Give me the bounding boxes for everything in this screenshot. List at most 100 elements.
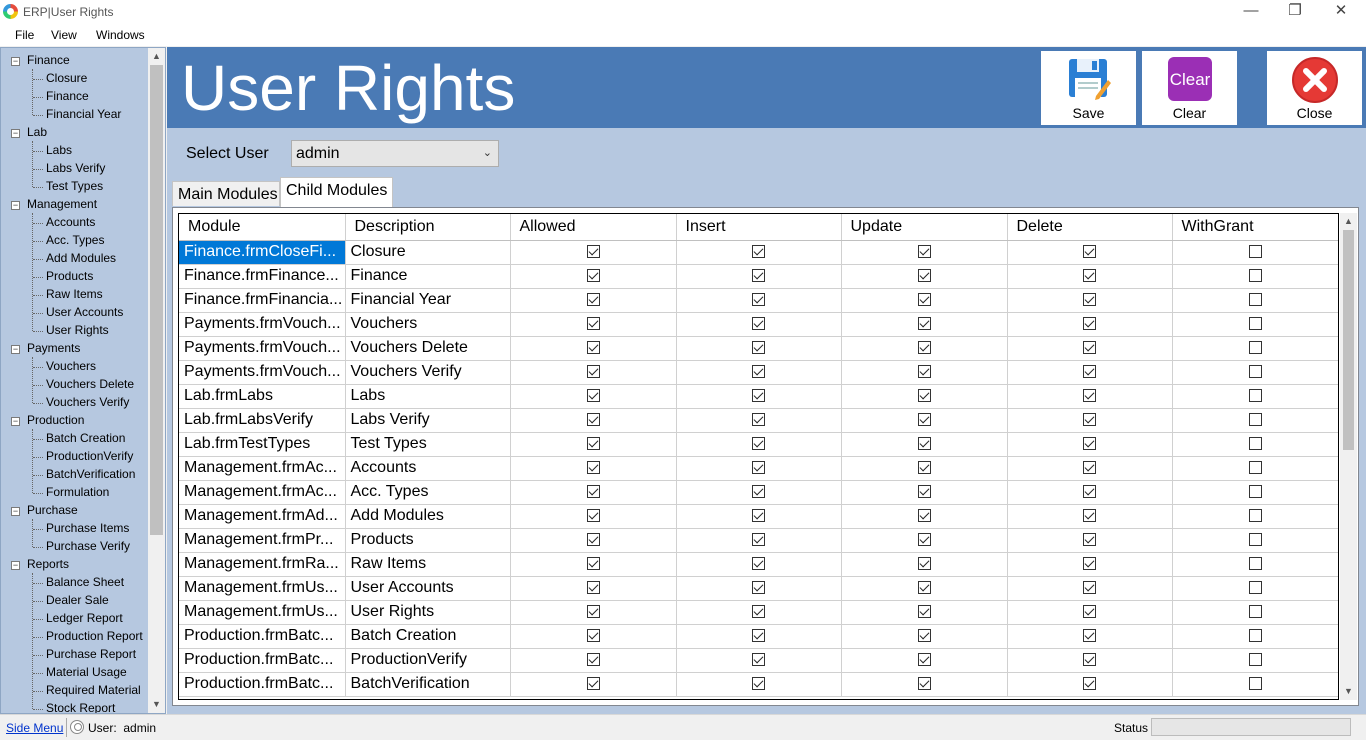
tree-item-acc-types[interactable]: Acc. Types xyxy=(46,233,104,247)
scroll-thumb[interactable] xyxy=(150,65,163,535)
delete-checkbox[interactable] xyxy=(1083,461,1096,475)
table-row[interactable]: Management.frmAc... Acc. Types xyxy=(179,480,1338,505)
module-cell[interactable]: Production.frmBatc... xyxy=(179,648,346,673)
delete-checkbox[interactable] xyxy=(1083,485,1096,499)
description-cell[interactable]: Labs Verify xyxy=(345,408,511,433)
tree-item-test-types[interactable]: Test Types xyxy=(46,179,103,193)
withgrant-checkbox[interactable] xyxy=(1249,581,1262,595)
tree-node-purchase[interactable]: Purchase xyxy=(27,503,78,517)
select-user-dropdown[interactable]: admin ⌄ xyxy=(291,140,499,167)
update-checkbox[interactable] xyxy=(917,389,931,403)
tree-item-user-rights[interactable]: User Rights xyxy=(46,323,109,337)
tree-item-finance[interactable]: Finance xyxy=(46,89,89,103)
tree-item-purchase-verify[interactable]: Purchase Verify xyxy=(46,539,130,553)
table-row[interactable]: Payments.frmVouch... Vouchers Verify xyxy=(179,360,1338,385)
module-cell[interactable]: Management.frmAc... xyxy=(179,456,346,481)
insert-checkbox[interactable] xyxy=(752,509,765,523)
tree-item-vouchers-verify[interactable]: Vouchers Verify xyxy=(46,395,129,409)
withgrant-checkbox[interactable] xyxy=(1249,437,1262,451)
description-cell[interactable]: Closure xyxy=(345,240,511,265)
description-cell[interactable]: Vouchers Verify xyxy=(345,360,511,385)
tree-node-lab[interactable]: Lab xyxy=(27,125,47,139)
delete-checkbox[interactable] xyxy=(1083,677,1096,691)
withgrant-checkbox[interactable] xyxy=(1249,365,1262,379)
column-header-update[interactable]: Update xyxy=(841,214,1008,241)
module-cell[interactable]: Payments.frmVouch... xyxy=(179,312,346,337)
tree-item-products[interactable]: Products xyxy=(46,269,93,283)
module-cell[interactable]: Management.frmUs... xyxy=(179,576,346,601)
tree-item-financial-year[interactable]: Financial Year xyxy=(46,107,121,121)
grid-scroll-down-icon[interactable]: ▼ xyxy=(1340,683,1357,700)
window-close-button[interactable]: ✕ xyxy=(1318,0,1364,24)
withgrant-checkbox[interactable] xyxy=(1249,653,1262,667)
update-checkbox[interactable] xyxy=(917,293,931,307)
insert-checkbox[interactable] xyxy=(752,461,765,475)
table-row[interactable]: Production.frmBatc... ProductionVerify xyxy=(179,648,1338,673)
tree-item-formulation[interactable]: Formulation xyxy=(46,485,109,499)
update-checkbox[interactable] xyxy=(917,485,931,499)
insert-checkbox[interactable] xyxy=(752,389,765,403)
side-menu-link[interactable]: Side Menu xyxy=(6,721,63,735)
table-row[interactable]: Finance.frmCloseFi... Closure xyxy=(179,240,1338,265)
allowed-checkbox[interactable] xyxy=(586,461,600,475)
tree-item-material-usage[interactable]: Material Usage xyxy=(46,665,127,679)
tree-item-accounts[interactable]: Accounts xyxy=(46,215,95,229)
tree-node-reports[interactable]: Reports xyxy=(27,557,69,571)
description-cell[interactable]: BatchVerification xyxy=(345,672,511,697)
module-cell[interactable]: Finance.frmFinancia... xyxy=(179,288,346,313)
module-cell[interactable]: Management.frmRa... xyxy=(179,552,346,577)
description-cell[interactable]: Vouchers xyxy=(345,312,511,337)
module-cell[interactable]: Lab.frmLabs xyxy=(179,384,346,409)
update-checkbox[interactable] xyxy=(917,581,931,595)
update-checkbox[interactable] xyxy=(917,245,931,259)
menu-view[interactable]: View xyxy=(51,28,77,42)
tab-child-modules[interactable]: Child Modules xyxy=(280,177,393,207)
withgrant-checkbox[interactable] xyxy=(1249,485,1262,499)
withgrant-checkbox[interactable] xyxy=(1249,317,1262,331)
description-cell[interactable]: User Accounts xyxy=(345,576,511,601)
tree-item-production-report[interactable]: Production Report xyxy=(46,629,143,643)
tree-node-finance[interactable]: Finance xyxy=(27,53,70,67)
allowed-checkbox[interactable] xyxy=(586,341,600,355)
allowed-checkbox[interactable] xyxy=(586,245,600,259)
delete-checkbox[interactable] xyxy=(1083,509,1096,523)
withgrant-checkbox[interactable] xyxy=(1249,533,1262,547)
allowed-checkbox[interactable] xyxy=(586,317,600,331)
allowed-checkbox[interactable] xyxy=(586,653,600,667)
update-checkbox[interactable] xyxy=(917,677,931,691)
update-checkbox[interactable] xyxy=(917,557,931,571)
description-cell[interactable]: Finance xyxy=(345,264,511,289)
grid-scroll-up-icon[interactable]: ▲ xyxy=(1340,213,1357,230)
table-row[interactable]: Management.frmUs... User Rights xyxy=(179,600,1338,625)
tree-node-management[interactable]: Management xyxy=(27,197,97,211)
update-checkbox[interactable] xyxy=(917,437,931,451)
table-row[interactable]: Lab.frmTestTypes Test Types xyxy=(179,432,1338,457)
table-row[interactable]: Lab.frmLabsVerify Labs Verify xyxy=(179,408,1338,433)
minimize-button[interactable]: — xyxy=(1228,0,1274,24)
module-cell[interactable]: Management.frmAd... xyxy=(179,504,346,529)
allowed-checkbox[interactable] xyxy=(586,605,600,619)
tree-item-vouchers[interactable]: Vouchers xyxy=(46,359,96,373)
withgrant-checkbox[interactable] xyxy=(1249,461,1262,475)
allowed-checkbox[interactable] xyxy=(586,269,600,283)
tree-node-payments[interactable]: Payments xyxy=(27,341,80,355)
allowed-checkbox[interactable] xyxy=(586,413,600,427)
description-cell[interactable]: Accounts xyxy=(345,456,511,481)
description-cell[interactable]: User Rights xyxy=(345,600,511,625)
column-header-delete[interactable]: Delete xyxy=(1007,214,1173,241)
insert-checkbox[interactable] xyxy=(752,581,765,595)
table-row[interactable]: Management.frmPr... Products xyxy=(179,528,1338,553)
description-cell[interactable]: Batch Creation xyxy=(345,624,511,649)
withgrant-checkbox[interactable] xyxy=(1249,677,1262,691)
module-cell[interactable]: Finance.frmCloseFi... xyxy=(179,240,346,265)
table-row[interactable]: Payments.frmVouch... Vouchers Delete xyxy=(179,336,1338,361)
delete-checkbox[interactable] xyxy=(1083,269,1096,283)
allowed-checkbox[interactable] xyxy=(586,485,600,499)
collapse-icon[interactable]: − xyxy=(11,345,20,354)
allowed-checkbox[interactable] xyxy=(586,509,600,523)
insert-checkbox[interactable] xyxy=(752,485,765,499)
description-cell[interactable]: Test Types xyxy=(345,432,511,457)
module-cell[interactable]: Payments.frmVouch... xyxy=(179,360,346,385)
allowed-checkbox[interactable] xyxy=(586,533,600,547)
column-header-withgrant[interactable]: WithGrant xyxy=(1172,214,1338,241)
